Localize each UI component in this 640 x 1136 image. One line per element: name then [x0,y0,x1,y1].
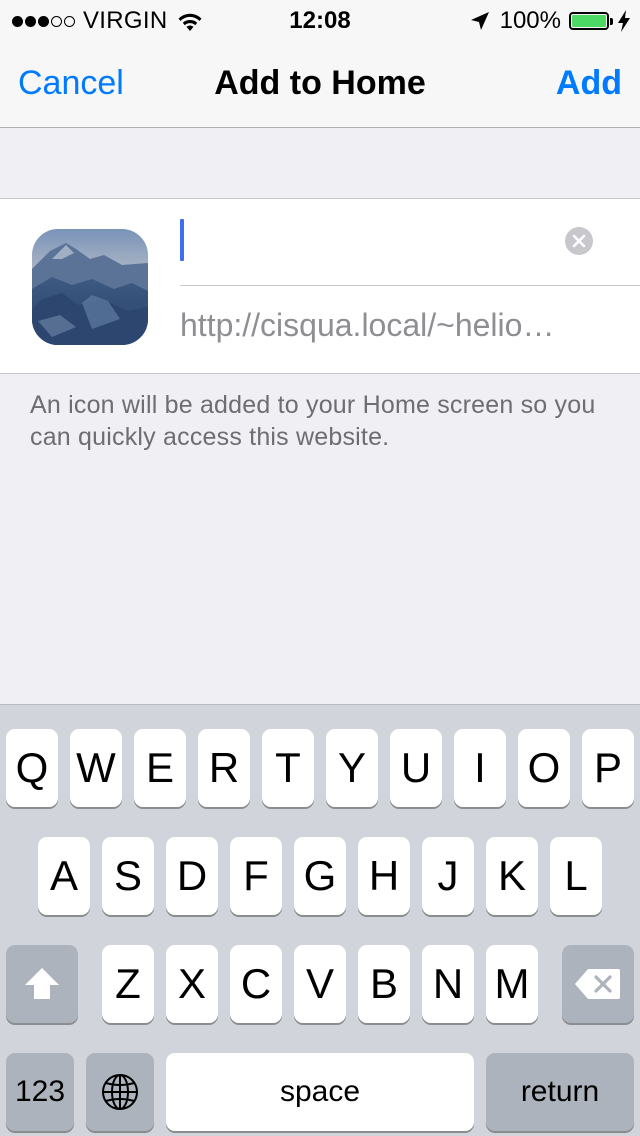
url-text: http://cisqua.local/~helio… [180,307,555,343]
add-button[interactable]: Add [556,40,622,127]
key-z[interactable]: Z [102,945,154,1023]
title-field[interactable] [180,199,640,286]
key-e[interactable]: E [134,729,186,807]
key-k[interactable]: K [486,837,538,915]
key-q[interactable]: Q [6,729,58,807]
clear-text-icon [572,234,586,248]
bookmark-cell: http://cisqua.local/~helio… [0,198,640,374]
battery-level-fill [572,15,606,27]
globe-icon [102,1074,138,1110]
key-j[interactable]: J [422,837,474,915]
clear-text-button[interactable] [565,227,593,255]
key-y[interactable]: Y [326,729,378,807]
shift-icon [25,968,59,999]
website-icon-image [32,229,148,345]
key-a[interactable]: A [38,837,90,915]
key-f[interactable]: F [230,837,282,915]
key-g[interactable]: G [294,837,346,915]
delete-icon [575,969,620,999]
charging-bolt-icon [618,10,630,32]
key-v[interactable]: V [294,945,346,1023]
key-n[interactable]: N [422,945,474,1023]
key-t[interactable]: T [262,729,314,807]
key-d[interactable]: D [166,837,218,915]
return-key[interactable]: return [486,1053,634,1131]
key-c[interactable]: C [230,945,282,1023]
key-m[interactable]: M [486,945,538,1023]
status-right: 100% [470,6,630,36]
delete-key[interactable] [562,945,634,1023]
key-b[interactable]: B [358,945,410,1023]
key-o[interactable]: O [518,729,570,807]
key-w[interactable]: W [70,729,122,807]
key-h[interactable]: H [358,837,410,915]
numbers-key[interactable]: 123 [6,1053,74,1131]
globe-key[interactable] [86,1053,154,1131]
status-bar: VIRGIN 12:08 100% [0,0,640,40]
shift-key[interactable] [6,945,78,1023]
location-arrow-icon [470,12,489,30]
keyboard: Q W E R T Y U I O P A S D F G H J K L Z … [0,704,640,1136]
footer-note: An icon will be added to your Home scree… [30,391,596,451]
space-key[interactable]: space [166,1053,474,1131]
battery-percent: 100% [499,7,561,34]
key-i[interactable]: I [454,729,506,807]
battery-icon [569,12,609,30]
navigation-bar: Cancel Add to Home Add [0,40,640,128]
battery-nub [610,17,613,25]
key-x[interactable]: X [166,945,218,1023]
key-u[interactable]: U [390,729,442,807]
title-input[interactable] [188,217,548,263]
page-title: Add to Home [214,64,426,102]
key-p[interactable]: P [582,729,634,807]
key-l[interactable]: L [550,837,602,915]
text-cursor [180,219,184,261]
key-s[interactable]: S [102,837,154,915]
key-r[interactable]: R [198,729,250,807]
